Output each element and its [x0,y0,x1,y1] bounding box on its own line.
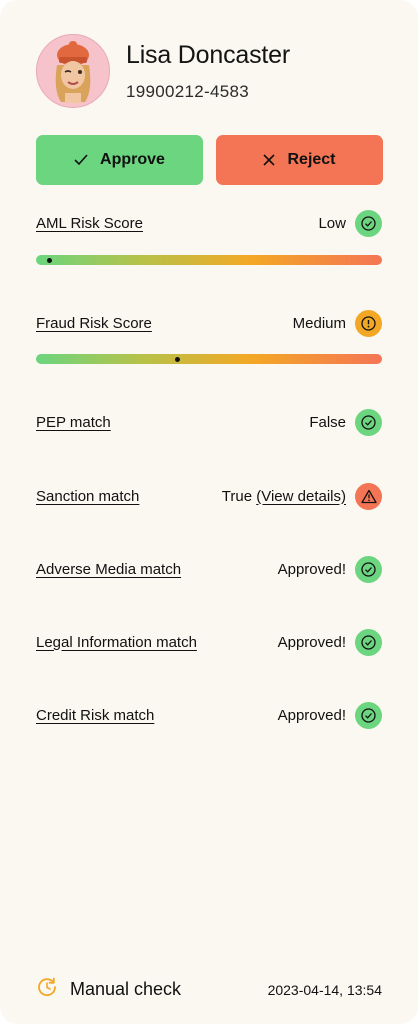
fraud-risk-link[interactable]: Fraud Risk Score [36,315,152,332]
reject-label: Reject [287,151,336,168]
check-circle-icon [355,209,382,237]
profile-info: Lisa Doncaster 19900212-4583 [126,41,290,102]
sanction-match-row: Sanction match True (View details) [36,481,382,511]
timestamp: 2023-04-14, 13:54 [267,981,382,998]
review-card: Lisa Doncaster 19900212-4583 Approve Rej… [0,0,418,1024]
check-icon [74,154,88,166]
check-circle-icon [355,555,382,583]
check-circle-icon [355,701,382,729]
reject-button[interactable]: Reject [216,135,383,185]
check-circle-icon [355,408,382,436]
approve-button[interactable]: Approve [36,135,203,185]
manual-check-label: Manual check [70,979,182,999]
adverse-media-value: Approved! [277,560,346,578]
legal-info-row: Legal Information match Approved! [36,627,382,657]
pep-match-link[interactable]: PEP match [36,414,111,431]
check-circle-icon [355,628,382,656]
credit-risk-value: Approved! [277,706,346,724]
credit-risk-row: Credit Risk match Approved! [36,700,382,730]
manual-check-clock-icon [36,976,58,1003]
fraud-risk-value: Medium [292,314,346,332]
approve-label: Approve [100,151,165,168]
fraud-risk-row: Fraud Risk Score Medium [36,308,382,338]
view-details-link[interactable]: (View details) [256,488,346,505]
credit-risk-link[interactable]: Credit Risk match [36,707,154,724]
legal-info-value: Approved! [277,633,346,651]
legal-info-link[interactable]: Legal Information match [36,634,197,651]
aml-risk-value: Low [318,214,346,232]
avatar [36,34,110,108]
close-icon [263,154,276,166]
aml-risk-link[interactable]: AML Risk Score [36,215,143,232]
sanction-match-link[interactable]: Sanction match [36,488,139,505]
aml-risk-row: AML Risk Score Low [36,208,382,238]
pep-match-value: False [309,413,346,431]
exclamation-circle-icon [355,309,382,337]
pep-match-row: PEP match False [36,407,382,437]
aml-risk-marker [47,258,53,263]
adverse-media-row: Adverse Media match Approved! [36,554,382,584]
fraud-risk-marker [175,357,181,362]
fraud-risk-bar [36,354,382,364]
profile-id: 19900212-4583 [126,81,250,101]
profile-header: Lisa Doncaster 19900212-4583 [36,34,290,108]
aml-risk-bar [36,255,382,265]
footer: Manual check 2023-04-14, 13:54 [36,976,382,1003]
sanction-match-value: True (View details) [222,488,346,505]
warning-triangle-icon [355,482,382,510]
profile-name: Lisa Doncaster [126,40,290,69]
sanction-value-text: True [221,487,253,505]
adverse-media-link[interactable]: Adverse Media match [36,561,181,578]
